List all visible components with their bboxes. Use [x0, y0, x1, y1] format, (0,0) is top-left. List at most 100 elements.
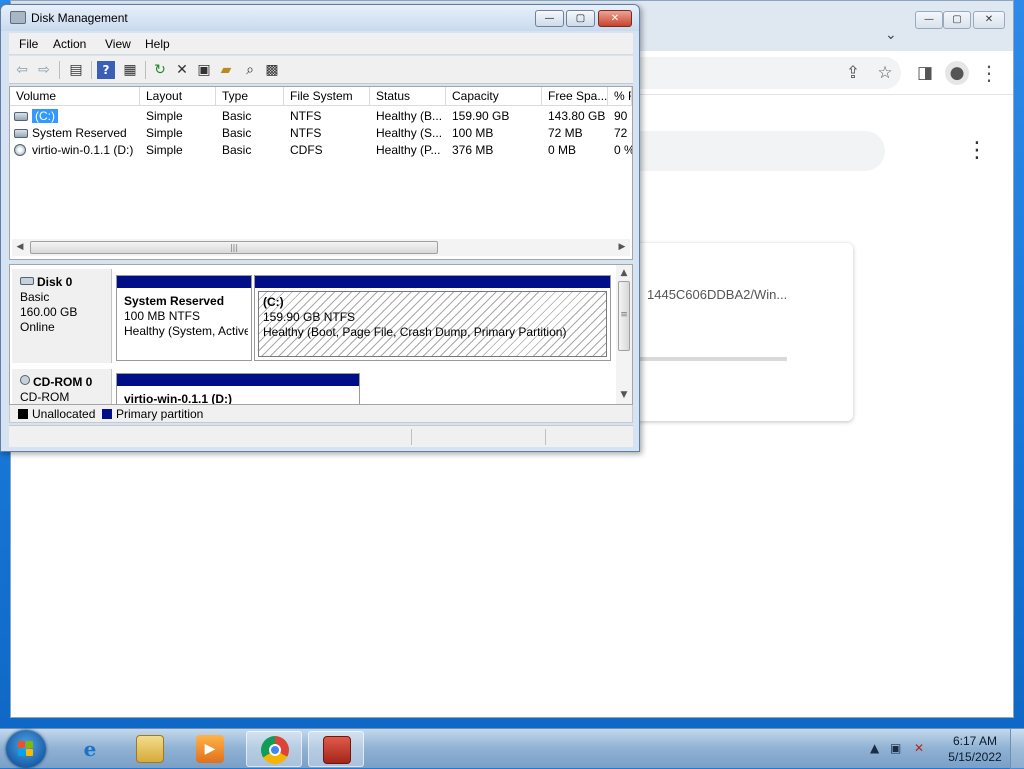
- partition-c-drive[interactable]: (C:) 159.90 GB NTFS Healthy (Boot, Page …: [254, 275, 611, 361]
- start-button[interactable]: [6, 730, 46, 768]
- show-hidden-icons-icon[interactable]: ▲: [870, 741, 879, 755]
- column-header-free-space[interactable]: Free Spa...: [542, 87, 608, 106]
- help-icon[interactable]: ?: [97, 61, 115, 79]
- volume-type: Basic: [222, 143, 252, 157]
- volume-name: System Reserved: [32, 126, 127, 140]
- column-header-type[interactable]: Type: [216, 87, 284, 106]
- selected-partition-hatch: (C:) 159.90 GB NTFS Healthy (Boot, Page …: [258, 291, 607, 357]
- column-header-file-system[interactable]: File System: [284, 87, 370, 106]
- column-header-status[interactable]: Status: [370, 87, 446, 106]
- disk-management-window: Disk Management — ▢ ✕ File Action View H…: [0, 4, 640, 452]
- disk-0-label[interactable]: Disk 0 Basic 160.00 GB Online: [12, 269, 112, 363]
- column-header-capacity[interactable]: Capacity: [446, 87, 542, 106]
- volume-capacity: 159.90 GB: [452, 109, 510, 123]
- close-button[interactable]: ✕: [598, 10, 632, 27]
- horizontal-scrollbar[interactable]: ◀ ||| ▶: [12, 239, 630, 256]
- status-separator: [545, 429, 546, 445]
- legend: Unallocated Primary partition: [9, 405, 633, 423]
- side-panel-icon[interactable]: ◨: [913, 61, 937, 85]
- volume-status: Healthy (B...: [376, 109, 443, 123]
- volume-layout: Simple: [146, 143, 183, 157]
- network-icon[interactable]: ▣: [890, 741, 901, 755]
- menu-help[interactable]: Help: [145, 37, 170, 51]
- partition-name: System Reserved: [124, 294, 225, 308]
- show-desktop-button[interactable]: [1010, 729, 1024, 769]
- download-filename: 1445C606DDBA2/Win...: [647, 287, 788, 302]
- menu-view[interactable]: View: [105, 37, 131, 51]
- volume-file-system: NTFS: [290, 109, 322, 123]
- minimize-button[interactable]: —: [535, 10, 564, 27]
- menu-action[interactable]: Action: [53, 37, 86, 51]
- page-more-options-icon[interactable]: ⋮: [966, 139, 988, 163]
- maximize-button[interactable]: ▢: [566, 10, 595, 27]
- folder-icon: [136, 735, 164, 763]
- column-header-layout[interactable]: Layout: [140, 87, 216, 106]
- share-icon[interactable]: ⇪: [841, 61, 865, 85]
- volume-name: (C:): [32, 109, 58, 123]
- volume-capacity: 100 MB: [452, 126, 494, 140]
- chrome-close-button[interactable]: ✕: [973, 11, 1005, 29]
- partition-name: (C:): [263, 295, 284, 309]
- toolbar-separator: [145, 61, 146, 79]
- volume-free-space: 143.80 GB: [548, 109, 606, 123]
- scroll-left-icon[interactable]: ◀: [12, 239, 28, 256]
- taskbar-media-player[interactable]: ▶: [182, 731, 238, 767]
- bookmark-star-icon[interactable]: ☆: [873, 61, 897, 85]
- horizontal-scroll-thumb[interactable]: |||: [30, 241, 438, 254]
- taskbar-computer-management[interactable]: [308, 731, 364, 767]
- open-folder-icon[interactable]: ▰: [217, 61, 235, 79]
- status-bar: [9, 425, 633, 447]
- show-hide-console-tree-icon[interactable]: ▤: [67, 61, 85, 79]
- system-clock[interactable]: 6:17 AM 5/15/2022: [940, 733, 1010, 765]
- back-icon[interactable]: ⇦: [13, 61, 31, 79]
- disk-management-icon: [10, 11, 26, 24]
- volume-status: Healthy (S...: [376, 126, 443, 140]
- vertical-scrollbar[interactable]: ▲ ≡ ▼: [616, 265, 632, 404]
- volume-layout: Simple: [146, 109, 183, 123]
- primary-partition-swatch: [102, 409, 112, 419]
- clock-time: 6:17 AM: [952, 734, 998, 748]
- partition-virtio-win[interactable]: virtio-win-0.1.1 (D:): [116, 373, 360, 405]
- primary-partition-bar: [117, 374, 359, 386]
- refresh-icon[interactable]: ↻: [151, 61, 169, 79]
- notification-area: ▲ ▣ ✕ 6:17 AM 5/15/2022: [860, 729, 1024, 769]
- menu-file[interactable]: File: [19, 37, 38, 51]
- page-search-box[interactable]: [611, 131, 885, 171]
- chrome-maximize-button[interactable]: ▢: [943, 11, 971, 29]
- chrome-minimize-button[interactable]: —: [915, 11, 943, 29]
- volume-capacity: 376 MB: [452, 143, 494, 157]
- disk-name: Disk 0: [37, 275, 73, 289]
- volume-status: Healthy (P...: [376, 143, 441, 157]
- cdrom-0-label[interactable]: CD-ROM 0 CD-ROM: [12, 369, 112, 404]
- partition-name: virtio-win-0.1.1 (D:): [124, 392, 233, 405]
- column-header-volume[interactable]: Volume: [10, 87, 140, 106]
- cd-rom-icon: [20, 375, 30, 385]
- table-row[interactable]: virtio-win-0.1.1 (D:) Simple Basic CDFS …: [10, 142, 632, 159]
- show-hide-action-pane-icon[interactable]: ▦: [121, 61, 139, 79]
- volume-percent-free: 90: [614, 109, 628, 123]
- scroll-up-icon[interactable]: ▲: [616, 265, 632, 282]
- chrome-menu-icon[interactable]: ⋮: [977, 61, 1001, 85]
- properties-icon[interactable]: ▣: [195, 61, 213, 79]
- volume-properties-icon[interactable]: ▩: [263, 61, 281, 79]
- volume-percent-free: 0 %: [614, 143, 632, 157]
- delete-icon[interactable]: ✕: [173, 61, 191, 79]
- table-row[interactable]: (C:) Simple Basic NTFS Healthy (B... 159…: [10, 108, 632, 125]
- disk-type: Basic: [20, 290, 50, 304]
- partition-system-reserved[interactable]: System Reserved 100 MB NTFS Healthy (Sys…: [116, 275, 252, 361]
- forward-icon[interactable]: ⇨: [35, 61, 53, 79]
- search-icon[interactable]: ⌕: [241, 61, 259, 79]
- vertical-scroll-thumb[interactable]: ≡: [618, 281, 630, 351]
- profile-avatar-icon[interactable]: ●: [945, 61, 969, 85]
- scroll-down-icon[interactable]: ▼: [616, 387, 632, 404]
- volume-muted-icon[interactable]: ✕: [914, 741, 924, 755]
- column-header-percent-free[interactable]: % F: [608, 87, 632, 106]
- taskbar-windows-explorer[interactable]: [122, 731, 178, 767]
- volume-name: virtio-win-0.1.1 (D:): [32, 143, 134, 157]
- tab-search-chevron-icon[interactable]: ⌄: [885, 27, 897, 43]
- taskbar-google-chrome[interactable]: [246, 731, 302, 767]
- scroll-right-icon[interactable]: ▶: [614, 239, 630, 256]
- taskbar-internet-explorer[interactable]: e: [62, 731, 118, 767]
- legend-primary-partition: Primary partition: [116, 407, 204, 421]
- table-row[interactable]: System Reserved Simple Basic NTFS Health…: [10, 125, 632, 142]
